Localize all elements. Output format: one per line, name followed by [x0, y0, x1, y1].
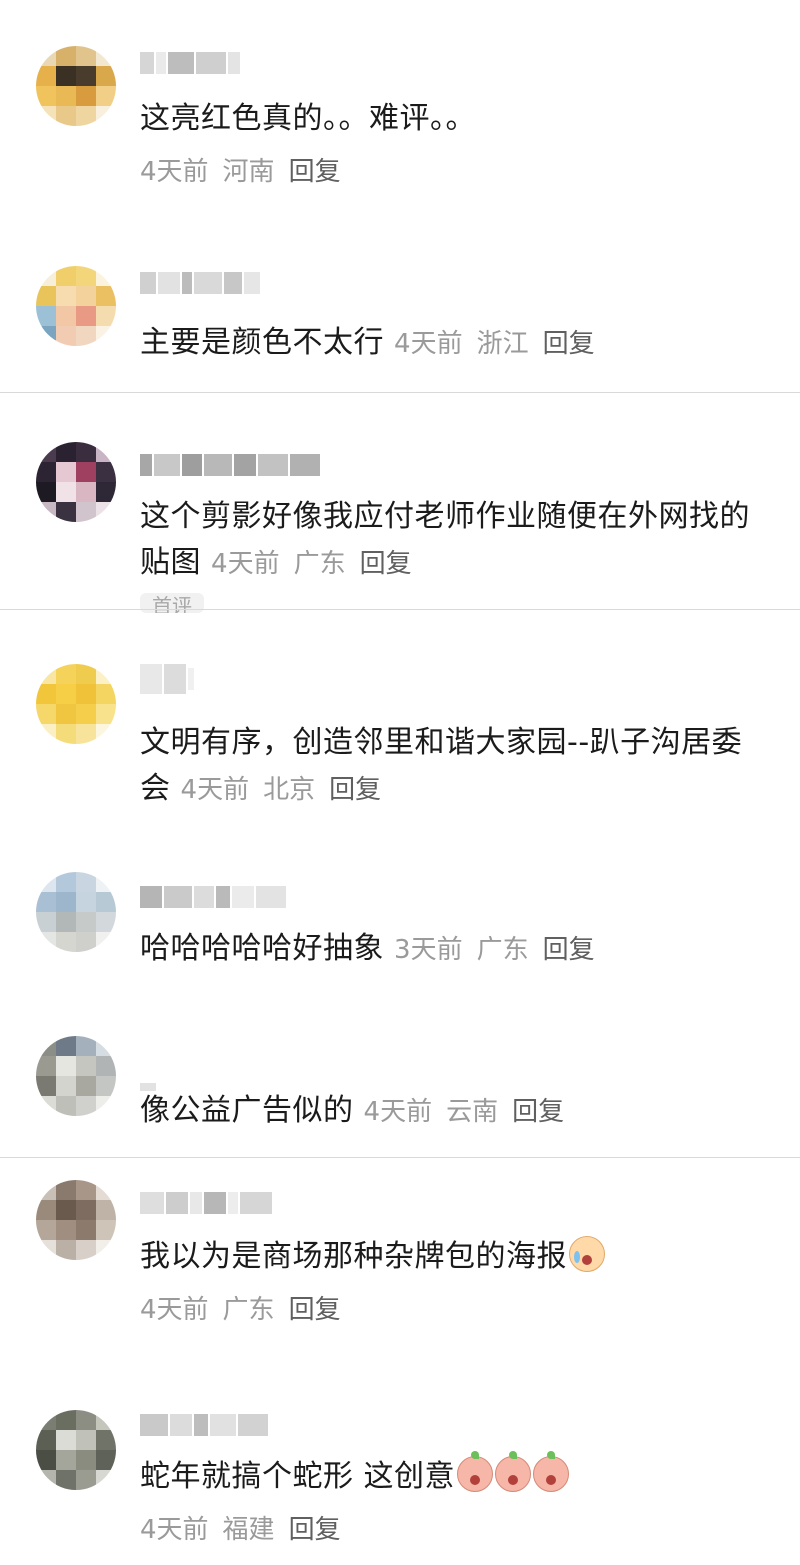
comment-location: 广东 — [476, 935, 529, 965]
comment-text: 哈哈哈哈哈好抽象 3天前 广东 回复 — [140, 931, 595, 966]
username-blurred[interactable] — [140, 48, 240, 78]
comment-time: 4天前 — [363, 1097, 433, 1127]
comment-time: 4天前 — [140, 1515, 209, 1545]
username-blurred[interactable] — [140, 268, 260, 298]
avatar[interactable] — [36, 266, 116, 346]
comment-text: 文明有序，创造邻里和谐大家园--趴子沟居委会 4天前 北京 回复 — [140, 725, 743, 806]
reply-button[interactable]: 回复 — [289, 157, 341, 187]
first-comment-badge: 首评 — [140, 593, 204, 613]
section-divider — [0, 609, 800, 610]
crying-laughing-emoji — [569, 1236, 605, 1272]
comment-location: 浙江 — [476, 329, 529, 359]
comment-meta: 4天前 福建 回复 — [140, 1512, 355, 1548]
comment-meta: 4天前 河南 回复 — [140, 154, 355, 190]
peach-shocked-emoji — [533, 1451, 570, 1492]
avatar[interactable] — [36, 442, 116, 522]
username-blurred[interactable] — [140, 1188, 272, 1218]
comment-location: 广东 — [222, 1295, 275, 1325]
section-divider — [0, 392, 800, 393]
comment-location: 云南 — [446, 1097, 499, 1127]
comment-time: 4天前 — [211, 549, 280, 579]
comment-location: 广东 — [293, 549, 346, 579]
comment-time: 4天前 — [140, 1295, 209, 1325]
avatar[interactable] — [36, 664, 116, 744]
comment-location: 福建 — [222, 1515, 275, 1545]
comment-time: 4天前 — [180, 775, 250, 805]
username-blurred[interactable] — [140, 1410, 268, 1440]
comment-meta: 4天前 广东 回复 — [140, 1292, 355, 1328]
peach-shocked-emoji — [495, 1451, 532, 1492]
username-blurred[interactable] — [140, 450, 320, 480]
comment-location: 北京 — [263, 775, 316, 805]
comment-time: 4天前 — [394, 329, 463, 359]
reply-button[interactable]: 回复 — [289, 1295, 341, 1325]
reply-button[interactable]: 回复 — [289, 1515, 341, 1545]
comment-time: 3天前 — [394, 935, 463, 965]
avatar[interactable] — [36, 1180, 116, 1260]
reply-button[interactable]: 回复 — [512, 1097, 564, 1127]
avatar[interactable] — [36, 872, 116, 952]
username-blurred[interactable] — [140, 882, 286, 912]
username-blurred[interactable] — [140, 664, 194, 694]
section-divider — [0, 1157, 800, 1158]
reply-button[interactable]: 回复 — [329, 775, 381, 805]
comment-text: 这个剪影好像我应付老师作业随便在外网找的贴图 4天前 广东 回复 — [140, 499, 750, 580]
peach-shocked-emoji — [457, 1451, 494, 1492]
reply-button[interactable]: 回复 — [543, 935, 595, 965]
avatar[interactable] — [36, 1036, 116, 1116]
reply-button[interactable]: 回复 — [360, 549, 412, 579]
comment-text: 主要是颜色不太行 4天前 浙江 回复 — [140, 325, 595, 360]
avatar[interactable] — [36, 1410, 116, 1490]
comment-text: 蛇年就搞个蛇形 这创意 — [140, 1451, 770, 1500]
reply-button[interactable]: 回复 — [543, 329, 595, 359]
comment-text: 这亮红色真的。。难评。。 — [140, 101, 476, 136]
comment-location: 河南 — [222, 157, 275, 187]
comment-time: 4天前 — [140, 157, 209, 187]
comment-text: 我以为是商场那种杂牌包的海报 — [140, 1234, 770, 1280]
comment-text: 像公益广告似的 4天前 云南 回复 — [140, 1093, 565, 1128]
avatar[interactable] — [36, 46, 116, 126]
